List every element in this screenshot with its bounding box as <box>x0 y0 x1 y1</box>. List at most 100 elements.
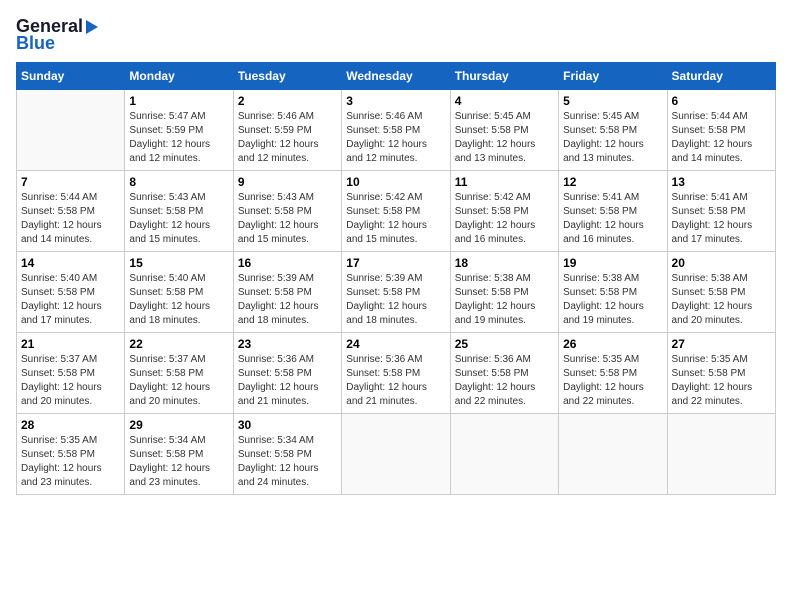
day-number: 14 <box>21 256 120 270</box>
day-info: Sunrise: 5:42 AMSunset: 5:58 PMDaylight:… <box>346 191 445 247</box>
day-info: Sunrise: 5:37 AMSunset: 5:58 PMDaylight:… <box>21 353 120 409</box>
week-row-1: 1 Sunrise: 5:47 AMSunset: 5:59 PMDaylight… <box>17 90 776 171</box>
calendar-cell: 14 Sunrise: 5:40 AMSunset: 5:58 PMDayligh… <box>17 252 125 333</box>
day-info: Sunrise: 5:40 AMSunset: 5:58 PMDaylight:… <box>21 272 120 328</box>
day-number: 30 <box>238 418 337 432</box>
calendar-cell: 19Sunrise: 5:38 AMSunset: 5:58 PMDayligh… <box>559 252 667 333</box>
calendar-cell: 9 Sunrise: 5:43 AMSunset: 5:58 PMDaylight… <box>233 171 341 252</box>
day-number: 21 <box>21 337 120 351</box>
day-info: Sunrise: 5:38 AMSunset: 5:58 PMDaylight:… <box>455 272 554 328</box>
day-number: 26 <box>563 337 662 351</box>
day-info: Sunrise: 5:47 AMSunset: 5:59 PMDaylight:… <box>129 110 228 166</box>
day-number: 29 <box>129 418 228 432</box>
calendar-cell: 6 Sunrise: 5:44 AMSunset: 5:58 PMDaylight… <box>667 90 775 171</box>
day-info: Sunrise: 5:41 AMSunset: 5:58 PMDaylight:… <box>672 191 771 247</box>
column-header-sunday: Sunday <box>17 63 125 90</box>
calendar-cell: 16 Sunrise: 5:39 AMSunset: 5:58 PMDayligh… <box>233 252 341 333</box>
calendar-cell: 4 Sunrise: 5:45 AMSunset: 5:58 PMDaylight… <box>450 90 558 171</box>
day-number: 15 <box>129 256 228 270</box>
calendar-cell: 15Sunrise: 5:40 AMSunset: 5:58 PMDayligh… <box>125 252 233 333</box>
day-info: Sunrise: 5:46 AMSunset: 5:58 PMDaylight:… <box>346 110 445 166</box>
column-header-wednesday: Wednesday <box>342 63 450 90</box>
day-info: Sunrise: 5:39 AMSunset: 5:58 PMDaylight:… <box>346 272 445 328</box>
day-number: 20 <box>672 256 771 270</box>
calendar-cell: 10Sunrise: 5:42 AMSunset: 5:58 PMDayligh… <box>342 171 450 252</box>
calendar-body: 1 Sunrise: 5:47 AMSunset: 5:59 PMDaylight… <box>17 90 776 495</box>
day-number: 7 <box>21 175 120 189</box>
calendar-cell: 30Sunrise: 5:34 AMSunset: 5:58 PMDayligh… <box>233 414 341 495</box>
calendar-cell: 27 Sunrise: 5:35 AMSunset: 5:58 PMDayligh… <box>667 333 775 414</box>
calendar-cell: 17 Sunrise: 5:39 AMSunset: 5:58 PMDayligh… <box>342 252 450 333</box>
day-number: 22 <box>129 337 228 351</box>
calendar-cell: 20Sunrise: 5:38 AMSunset: 5:58 PMDayligh… <box>667 252 775 333</box>
column-header-monday: Monday <box>125 63 233 90</box>
calendar-cell <box>450 414 558 495</box>
calendar-cell: 22 Sunrise: 5:37 AMSunset: 5:58 PMDayligh… <box>125 333 233 414</box>
day-info: Sunrise: 5:39 AMSunset: 5:58 PMDaylight:… <box>238 272 337 328</box>
logo-text-blue: Blue <box>16 33 55 54</box>
day-number: 9 <box>238 175 337 189</box>
calendar-cell: 23 Sunrise: 5:36 AMSunset: 5:58 PMDayligh… <box>233 333 341 414</box>
column-header-friday: Friday <box>559 63 667 90</box>
day-info: Sunrise: 5:36 AMSunset: 5:58 PMDaylight:… <box>455 353 554 409</box>
day-number: 19 <box>563 256 662 270</box>
day-number: 13 <box>672 175 771 189</box>
column-header-thursday: Thursday <box>450 63 558 90</box>
day-info: Sunrise: 5:45 AMSunset: 5:58 PMDaylight:… <box>563 110 662 166</box>
day-info: Sunrise: 5:35 AMSunset: 5:58 PMDaylight:… <box>21 434 120 490</box>
week-row-3: 14 Sunrise: 5:40 AMSunset: 5:58 PMDayligh… <box>17 252 776 333</box>
day-info: Sunrise: 5:35 AMSunset: 5:58 PMDaylight:… <box>563 353 662 409</box>
day-number: 25 <box>455 337 554 351</box>
calendar-cell <box>342 414 450 495</box>
week-row-2: 7 Sunrise: 5:44 AMSunset: 5:58 PMDaylight… <box>17 171 776 252</box>
calendar-cell <box>559 414 667 495</box>
day-info: Sunrise: 5:42 AMSunset: 5:58 PMDaylight:… <box>455 191 554 247</box>
column-header-saturday: Saturday <box>667 63 775 90</box>
day-number: 3 <box>346 94 445 108</box>
calendar-cell: 21 Sunrise: 5:37 AMSunset: 5:58 PMDayligh… <box>17 333 125 414</box>
week-row-5: 28Sunrise: 5:35 AMSunset: 5:58 PMDayligh… <box>17 414 776 495</box>
day-number: 6 <box>672 94 771 108</box>
calendar-cell <box>667 414 775 495</box>
day-number: 11 <box>455 175 554 189</box>
calendar-cell: 25 Sunrise: 5:36 AMSunset: 5:58 PMDayligh… <box>450 333 558 414</box>
day-info: Sunrise: 5:37 AMSunset: 5:58 PMDaylight:… <box>129 353 228 409</box>
day-info: Sunrise: 5:45 AMSunset: 5:58 PMDaylight:… <box>455 110 554 166</box>
day-info: Sunrise: 5:43 AMSunset: 5:58 PMDaylight:… <box>238 191 337 247</box>
calendar-cell: 2 Sunrise: 5:46 AMSunset: 5:59 PMDaylight… <box>233 90 341 171</box>
day-number: 1 <box>129 94 228 108</box>
day-number: 4 <box>455 94 554 108</box>
day-info: Sunrise: 5:46 AMSunset: 5:59 PMDaylight:… <box>238 110 337 166</box>
calendar-header-row: SundayMondayTuesdayWednesdayThursdayFrid… <box>17 63 776 90</box>
logo-arrow-icon <box>86 20 98 34</box>
day-number: 17 <box>346 256 445 270</box>
day-info: Sunrise: 5:41 AMSunset: 5:58 PMDaylight:… <box>563 191 662 247</box>
day-number: 5 <box>563 94 662 108</box>
calendar-cell: 13 Sunrise: 5:41 AMSunset: 5:58 PMDayligh… <box>667 171 775 252</box>
column-header-tuesday: Tuesday <box>233 63 341 90</box>
calendar-cell: 5 Sunrise: 5:45 AMSunset: 5:58 PMDaylight… <box>559 90 667 171</box>
day-number: 24 <box>346 337 445 351</box>
calendar-cell: 28Sunrise: 5:35 AMSunset: 5:58 PMDayligh… <box>17 414 125 495</box>
day-info: Sunrise: 5:44 AMSunset: 5:58 PMDaylight:… <box>672 110 771 166</box>
day-info: Sunrise: 5:35 AMSunset: 5:58 PMDaylight:… <box>672 353 771 409</box>
day-number: 18 <box>455 256 554 270</box>
day-number: 23 <box>238 337 337 351</box>
day-info: Sunrise: 5:36 AMSunset: 5:58 PMDaylight:… <box>238 353 337 409</box>
day-info: Sunrise: 5:43 AMSunset: 5:58 PMDaylight:… <box>129 191 228 247</box>
calendar-cell: 8 Sunrise: 5:43 AMSunset: 5:58 PMDaylight… <box>125 171 233 252</box>
calendar-cell: 11 Sunrise: 5:42 AMSunset: 5:58 PMDayligh… <box>450 171 558 252</box>
day-number: 16 <box>238 256 337 270</box>
day-info: Sunrise: 5:44 AMSunset: 5:58 PMDaylight:… <box>21 191 120 247</box>
calendar-cell: 7 Sunrise: 5:44 AMSunset: 5:58 PMDaylight… <box>17 171 125 252</box>
calendar-table: SundayMondayTuesdayWednesdayThursdayFrid… <box>16 62 776 495</box>
logo: General Blue <box>16 16 98 54</box>
day-number: 27 <box>672 337 771 351</box>
day-number: 8 <box>129 175 228 189</box>
day-number: 2 <box>238 94 337 108</box>
week-row-4: 21 Sunrise: 5:37 AMSunset: 5:58 PMDayligh… <box>17 333 776 414</box>
calendar-cell: 1 Sunrise: 5:47 AMSunset: 5:59 PMDaylight… <box>125 90 233 171</box>
calendar-cell: 24Sunrise: 5:36 AMSunset: 5:58 PMDayligh… <box>342 333 450 414</box>
day-number: 12 <box>563 175 662 189</box>
calendar-cell: 3 Sunrise: 5:46 AMSunset: 5:58 PMDaylight… <box>342 90 450 171</box>
